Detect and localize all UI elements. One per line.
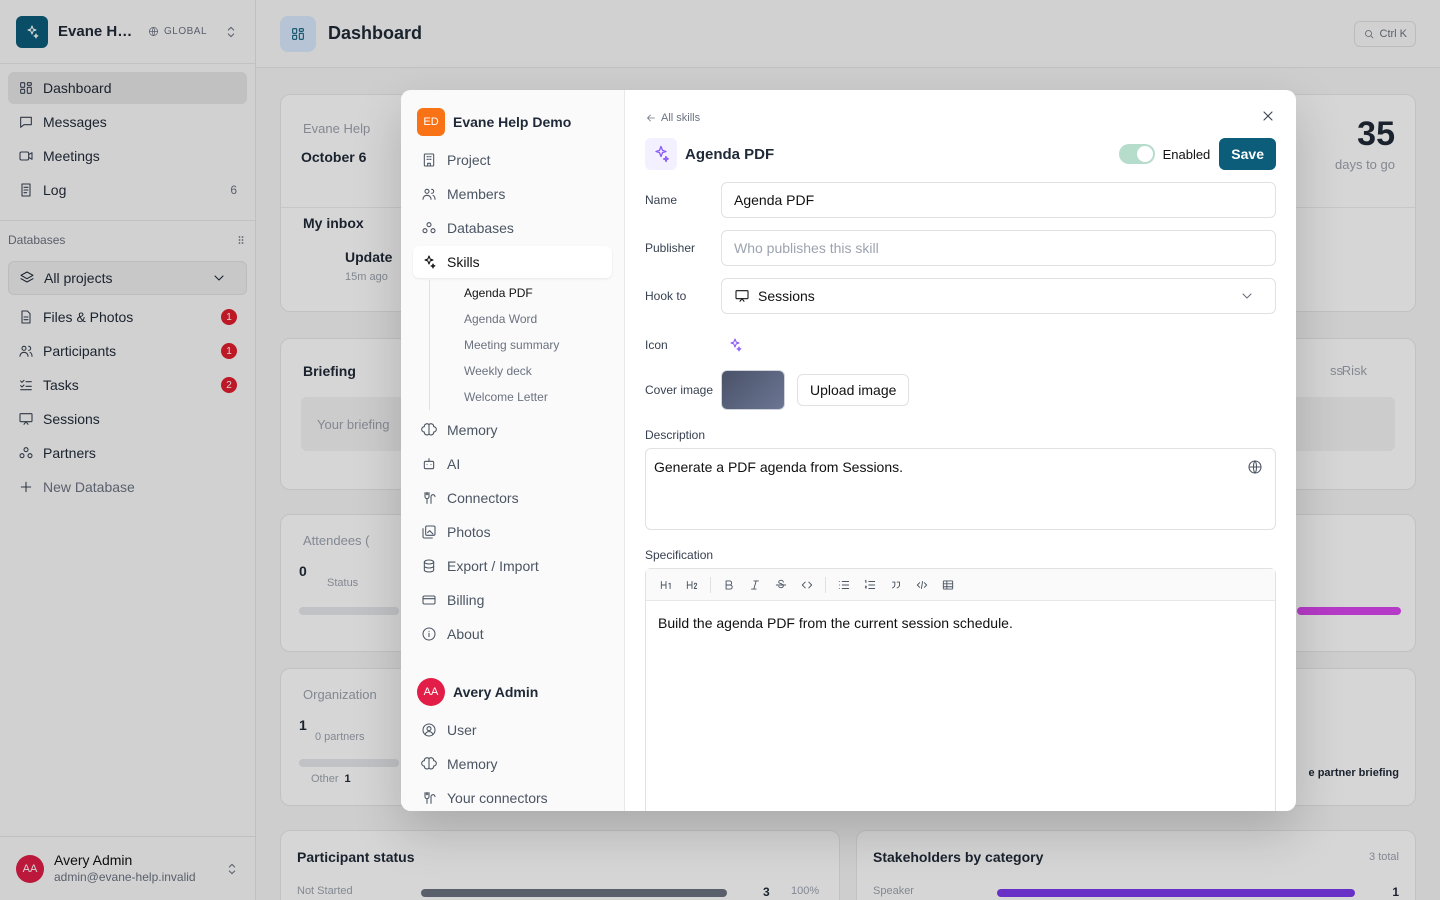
skill-item-agenda-pdf[interactable]: Agenda PDF (464, 280, 612, 306)
close-icon[interactable] (1260, 108, 1276, 124)
skill-item-weekly-deck[interactable]: Weekly deck (464, 358, 612, 384)
table-icon[interactable] (936, 574, 960, 596)
settings-memory[interactable]: Memory (413, 414, 612, 446)
specification-label: Specification (645, 548, 714, 562)
sparkles-icon[interactable] (727, 337, 743, 353)
robot-icon (423, 458, 435, 470)
user-section-name: Avery Admin (453, 684, 539, 700)
italic-icon[interactable] (743, 574, 767, 596)
info-icon (422, 627, 436, 641)
enabled-toggle[interactable] (1118, 144, 1155, 164)
code-icon[interactable] (795, 574, 819, 596)
name-label: Name (645, 193, 678, 207)
plug-icon (424, 792, 436, 804)
settings-user-memory[interactable]: Memory (413, 748, 612, 780)
upload-image-button[interactable]: Upload image (797, 374, 910, 406)
images-icon (422, 525, 436, 539)
bold-icon[interactable] (717, 574, 741, 596)
cover-row: Cover image Upload image (645, 370, 1276, 410)
publisher-label: Publisher (645, 241, 696, 255)
globe-icon[interactable] (1247, 459, 1263, 475)
hook-label: Hook to (645, 289, 687, 303)
settings-your-connectors[interactable]: Your connectors (413, 782, 612, 811)
brain-icon (421, 757, 437, 770)
settings-photos[interactable]: Photos (413, 516, 612, 548)
description-label: Description (645, 428, 706, 442)
enabled-label: Enabled (1162, 146, 1211, 162)
settings-user[interactable]: User (413, 714, 612, 746)
credit-card-icon (422, 595, 436, 605)
user-circle-icon (422, 723, 436, 737)
settings-project[interactable]: Project (413, 144, 612, 176)
sparkles-icon (424, 255, 436, 269)
skill-title: Agenda PDF (685, 145, 775, 163)
editor-toolbar (646, 569, 1275, 601)
settings-databases[interactable]: Databases (413, 212, 612, 244)
settings-connectors[interactable]: Connectors (413, 482, 612, 514)
save-button[interactable]: Save (1219, 138, 1276, 170)
heading2-icon[interactable] (680, 574, 704, 596)
icon-row: Icon (645, 328, 1276, 362)
specification-content[interactable]: Build the agenda PDF from the current se… (646, 601, 1275, 645)
code-block-icon[interactable] (910, 574, 934, 596)
arrow-left-icon (647, 114, 655, 122)
chevron-down-icon (1242, 293, 1252, 299)
org-badge: ED (417, 108, 445, 136)
skill-item-meeting-summary[interactable]: Meeting summary (464, 332, 612, 358)
skill-item-agenda-word[interactable]: Agenda Word (464, 306, 612, 332)
cover-label: Cover image (645, 383, 714, 397)
settings-ai[interactable]: AI (413, 448, 612, 480)
back-to-all-skills[interactable]: All skills (645, 110, 1276, 126)
settings-sidebar: ED Evane Help Demo Project Members Datab… (401, 90, 625, 811)
publisher-input[interactable] (721, 230, 1276, 266)
settings-about[interactable]: About (413, 618, 612, 650)
settings-members[interactable]: Members (413, 178, 612, 210)
skill-header: Agenda PDF Enabled Save (645, 138, 1276, 170)
user-section-header: AA Avery Admin (413, 678, 612, 706)
database-icon (423, 559, 435, 573)
hook-select[interactable]: Sessions (721, 278, 1276, 314)
name-input[interactable] (721, 182, 1276, 218)
settings-export-import[interactable]: Export / Import (413, 550, 612, 582)
presentation-icon (735, 290, 749, 302)
icon-label: Icon (645, 338, 668, 352)
skills-list: Agenda PDF Agenda Word Meeting summary W… (429, 280, 612, 410)
numbered-list-icon[interactable] (858, 574, 882, 596)
network-icon (422, 222, 436, 234)
specification-editor: Build the agenda PDF from the current se… (645, 568, 1276, 811)
bullet-list-icon[interactable] (832, 574, 856, 596)
sparkles-icon (645, 138, 677, 170)
hook-row: Hook to Sessions (645, 278, 1276, 314)
settings-modal: ED Evane Help Demo Project Members Datab… (401, 90, 1296, 811)
plug-icon (424, 492, 436, 504)
org-header: ED Evane Help Demo (413, 108, 612, 136)
description-textarea[interactable]: Generate a PDF agenda from Sessions. (645, 448, 1276, 530)
settings-skills[interactable]: Skills (413, 246, 612, 278)
skill-item-welcome-letter[interactable]: Welcome Letter (464, 384, 612, 410)
name-row: Name (645, 182, 1276, 218)
quote-icon[interactable] (884, 574, 908, 596)
publisher-row: Publisher (645, 230, 1276, 266)
strikethrough-icon[interactable] (769, 574, 793, 596)
users-icon (422, 188, 436, 200)
settings-billing[interactable]: Billing (413, 584, 612, 616)
building-icon (423, 153, 435, 167)
org-name: Evane Help Demo (453, 114, 572, 130)
skill-editor: All skills Agenda PDF Enabled Save Name … (625, 90, 1296, 811)
heading1-icon[interactable] (654, 574, 678, 596)
cover-image-thumbnail (721, 370, 785, 410)
brain-icon (421, 423, 437, 436)
avatar: AA (417, 678, 445, 706)
